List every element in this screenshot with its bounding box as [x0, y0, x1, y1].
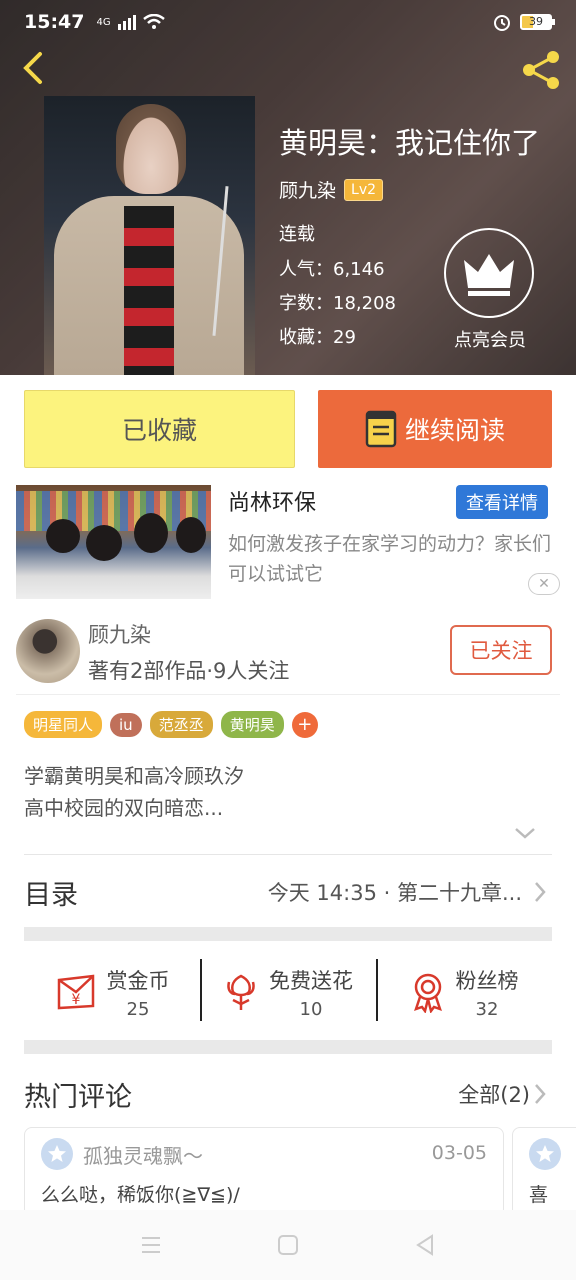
toc-latest-chapter: 今天 14:35 · 第二十九章... [267, 881, 522, 905]
book-title: 黄明昊：我记住你了 [279, 126, 541, 160]
action-bar: ¥ 赏金币 25 免费送花 10 粉丝榜 32 [24, 947, 552, 1037]
action-label: 赏金币 [106, 968, 170, 993]
book-cover[interactable] [44, 96, 255, 375]
vip-label: 点亮会员 [454, 330, 526, 351]
comment-user: 孤独灵魂飘～ [83, 1144, 203, 1168]
all-comments-link[interactable]: 全部(2) [458, 1079, 530, 1109]
system-nav-bar [0, 1210, 576, 1280]
signal-icon [117, 15, 136, 30]
ad-close-button[interactable]: ✕ [528, 573, 560, 595]
expand-synopsis-button[interactable] [512, 823, 538, 843]
tag-item[interactable]: 明星同人 [24, 711, 103, 738]
follow-button[interactable]: 已关注 [450, 625, 552, 675]
section-separator [24, 927, 552, 941]
tag-list: 明星同人 iu 范丞丞 黄明昊 + [24, 711, 318, 738]
tag-item[interactable]: iu [110, 712, 142, 737]
book-word-count: 字数：18,208 [279, 293, 396, 314]
ad-image [16, 485, 211, 599]
author-card[interactable]: 顾九染 著有2部作品·9人关注 已关注 [16, 615, 560, 695]
action-count: 32 [475, 998, 499, 1020]
fan-ranking-button[interactable]: 粉丝榜 32 [376, 947, 552, 1037]
back-button[interactable] [14, 48, 54, 88]
send-flower-button[interactable]: 免费送花 10 [200, 947, 376, 1037]
crown-icon [464, 254, 514, 296]
book-status: 连载 [279, 224, 315, 245]
comment-text: 么么哒，稀饭你(≧∇≦)/ [41, 1184, 240, 1206]
share-button[interactable] [520, 48, 564, 92]
table-of-contents-row[interactable]: 目录 今天 14:35 · 第二十九章... [24, 855, 552, 927]
action-label: 免费送花 [269, 968, 353, 993]
chevron-left-icon [23, 52, 42, 84]
tag-item[interactable]: 黄明昊 [220, 711, 284, 738]
action-label: 粉丝榜 [455, 968, 519, 993]
add-tag-button[interactable]: + [291, 711, 318, 738]
book-icon [365, 410, 397, 448]
flower-icon [227, 974, 255, 1010]
tag-item[interactable]: 范丞丞 [149, 711, 213, 738]
synopsis-line: 高中校园的双向暗恋... [24, 796, 224, 820]
red-envelope-icon: ¥ [57, 974, 94, 1010]
status-time: 15:47 [24, 11, 85, 33]
user-star-icon [41, 1138, 73, 1170]
medal-icon [413, 973, 442, 1013]
vip-button[interactable] [444, 228, 534, 318]
book-author-row: 顾九染 Lv2 [279, 176, 384, 203]
home-icon[interactable] [277, 1234, 299, 1256]
share-icon [523, 51, 559, 89]
synopsis: 学霸黄明昊和高冷顾玖汐 高中校园的双向暗恋... [24, 760, 244, 824]
hot-comments-title: 热门评论 [24, 1082, 132, 1113]
back-nav-icon[interactable] [414, 1234, 436, 1256]
network-label: 4G [96, 16, 111, 28]
comment-text: 喜 [529, 1184, 549, 1206]
continue-reading-button[interactable]: 继续阅读 [318, 390, 552, 468]
reward-coins-button[interactable]: ¥ 赏金币 25 [24, 947, 200, 1037]
comment-card[interactable]: 孤独灵魂飘～ 03-05 么么哒，稀饭你(≧∇≦)/ [24, 1127, 504, 1217]
continue-reading-label: 继续阅读 [404, 416, 505, 445]
author-level-badge: Lv2 [344, 178, 384, 201]
battery-indicator: 39 [520, 14, 555, 30]
section-separator [24, 1040, 552, 1054]
collected-button[interactable]: 已收藏 [24, 390, 295, 468]
action-count: 25 [126, 998, 150, 1020]
author-card-stats: 著有2部作品·9人关注 [88, 659, 290, 683]
action-count: 10 [299, 998, 323, 1020]
status-bar: 15:47 4G 39 [0, 0, 576, 44]
chevron-down-icon [515, 828, 535, 839]
menu-icon[interactable] [140, 1234, 162, 1256]
wifi-icon [142, 14, 165, 29]
synopsis-line: 学霸黄明昊和高冷顾玖汐 [24, 764, 244, 788]
book-author[interactable]: 顾九染 [279, 176, 336, 203]
svg-text:¥: ¥ [71, 992, 80, 1008]
ad-title: 尚林环保 [228, 491, 317, 516]
chevron-right-icon [535, 882, 546, 902]
ad-description: 如何激发孩子在家学习的动力？家长们可以试试它 [228, 533, 552, 585]
user-star-icon [529, 1138, 561, 1170]
chevron-right-icon [535, 1084, 546, 1104]
book-detail-content: 已收藏 继续阅读 尚林环保 查看详情 如何激发孩子在家学习的动力？家长们可以试试… [0, 375, 576, 1217]
book-favorites: 收藏：29 [279, 327, 356, 348]
book-popularity: 人气：6,146 [279, 259, 385, 280]
comment-date: 03-05 [431, 1142, 487, 1164]
comment-card[interactable]: 喜 [512, 1127, 576, 1217]
avatar[interactable] [16, 619, 80, 683]
ad-view-details-button[interactable]: 查看详情 [456, 485, 548, 519]
toc-label: 目录 [24, 880, 78, 911]
alarm-icon [494, 15, 510, 31]
ad-banner[interactable]: 尚林环保 查看详情 如何激发孩子在家学习的动力？家长们可以试试它 ✕ [16, 485, 560, 601]
author-card-name: 顾九染 [88, 623, 151, 647]
